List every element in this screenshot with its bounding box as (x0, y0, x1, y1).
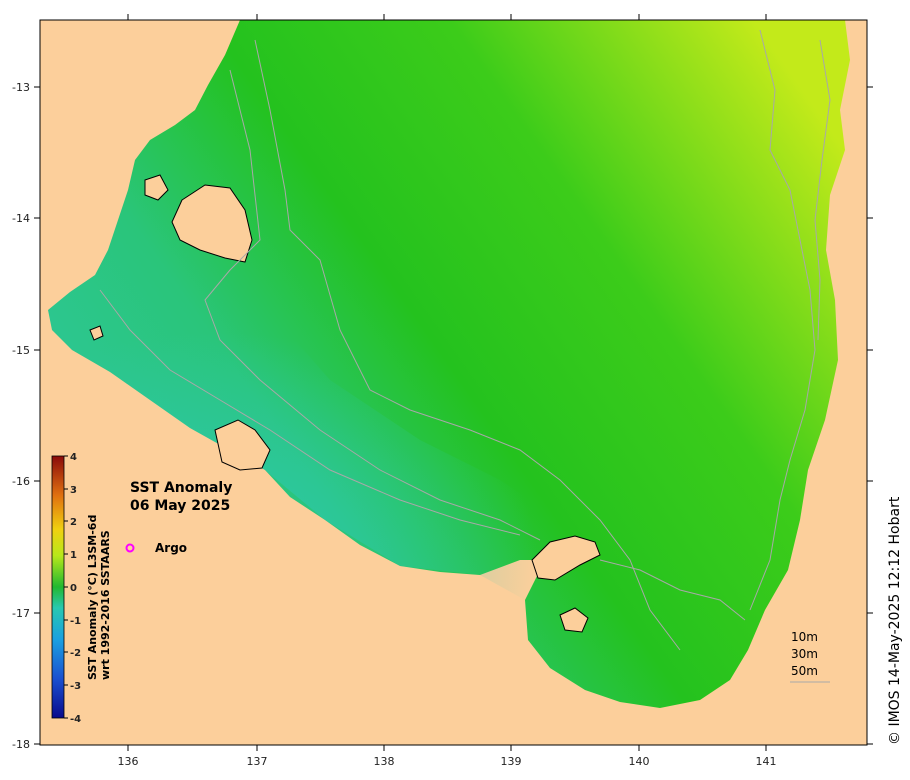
argo-legend-label: Argo (155, 541, 188, 555)
x-tick-138: 138 (374, 755, 395, 768)
y-tick-minus18: -18 (12, 738, 30, 751)
y-tick-minus17: -17 (12, 607, 30, 620)
colorbar-title-line1: SST Anomaly (°C) L3SM-6d (86, 514, 99, 680)
map-title-line1: SST Anomaly (130, 480, 233, 496)
x-tick-140: 140 (629, 755, 650, 768)
colorbar-tick-minus1: -1 (70, 616, 81, 627)
colorbar-tick-minus2: -2 (70, 648, 81, 659)
y-tick-minus13: -13 (12, 81, 30, 94)
y-tick-minus14: -14 (12, 212, 30, 225)
colorbar-tick-3: 3 (70, 485, 77, 496)
y-tick-minus16: -16 (12, 475, 30, 488)
x-tick-139: 139 (501, 755, 522, 768)
colorbar-tick-0: 0 (70, 583, 77, 594)
x-tick-141: 141 (756, 755, 777, 768)
depth-label-30m: 30m (791, 647, 818, 661)
map-title-date: 06 May 2025 (130, 498, 231, 514)
depth-label-50m: 50m (791, 664, 818, 678)
colorbar-tick-2: 2 (70, 517, 77, 528)
imos-credit: © IMOS 14-May-2025 12:12 Hobart (887, 496, 903, 745)
sst-anomaly-map: 136 137 138 139 140 141 -13 -14 -15 -16 … (12, 14, 873, 768)
colorbar-title-line2: wrt 1992-2016 SSTAARS (99, 530, 112, 680)
map-title: SST Anomaly 06 May 2025 (130, 479, 232, 515)
y-tick-minus15: -15 (12, 344, 30, 357)
x-tick-137: 137 (247, 755, 268, 768)
colorbar-tick-4: 4 (70, 452, 77, 463)
colorbar-tick-1: 1 (70, 550, 77, 561)
depth-label-10m: 10m (791, 630, 818, 644)
x-tick-136: 136 (118, 755, 139, 768)
colorbar (51, 455, 65, 719)
colorbar-tick-minus4: -4 (70, 714, 81, 725)
colorbar-tick-minus3: -3 (70, 681, 81, 692)
